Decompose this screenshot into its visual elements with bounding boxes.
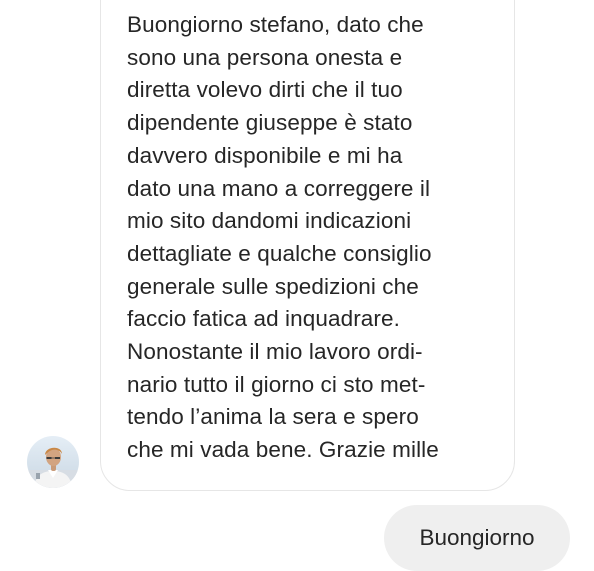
outgoing-message-bubble[interactable]: Buongiorno: [384, 505, 570, 571]
message-line: Nonostante il mio lavoro ordi-: [127, 339, 423, 365]
incoming-message-text: Buongiorno stefano, dato che sono una pe…: [127, 9, 507, 467]
outgoing-message-text: Buongiorno: [419, 524, 535, 550]
message-line: nario tutto il giorno ci sto met-: [127, 371, 426, 397]
sender-avatar[interactable]: [27, 436, 79, 488]
message-line: tendo l’anima la sera e spero: [127, 404, 419, 430]
message-line: Buongiorno stefano, dato che: [127, 12, 424, 37]
message-line: davvero disponibile e mi ha: [127, 142, 403, 168]
message-line: che mi vada bene. Grazie mille: [127, 437, 439, 463]
user-avatar-photo-icon: [27, 436, 79, 488]
message-line: faccio fatica ad inquadrare.: [127, 306, 400, 332]
message-line: diretta volevo dirti che il tuo: [127, 77, 403, 103]
message-line: dipendente giuseppe è stato: [127, 110, 413, 136]
message-line: dettagliate e qualche consiglio: [127, 240, 432, 266]
message-line: sono una persona onesta e: [127, 44, 403, 70]
message-line: generale sulle spedizioni che: [127, 273, 419, 299]
message-line: mio sito dandomi indicazioni: [127, 208, 412, 234]
message-line: dato una mano a correggere il: [127, 175, 431, 201]
